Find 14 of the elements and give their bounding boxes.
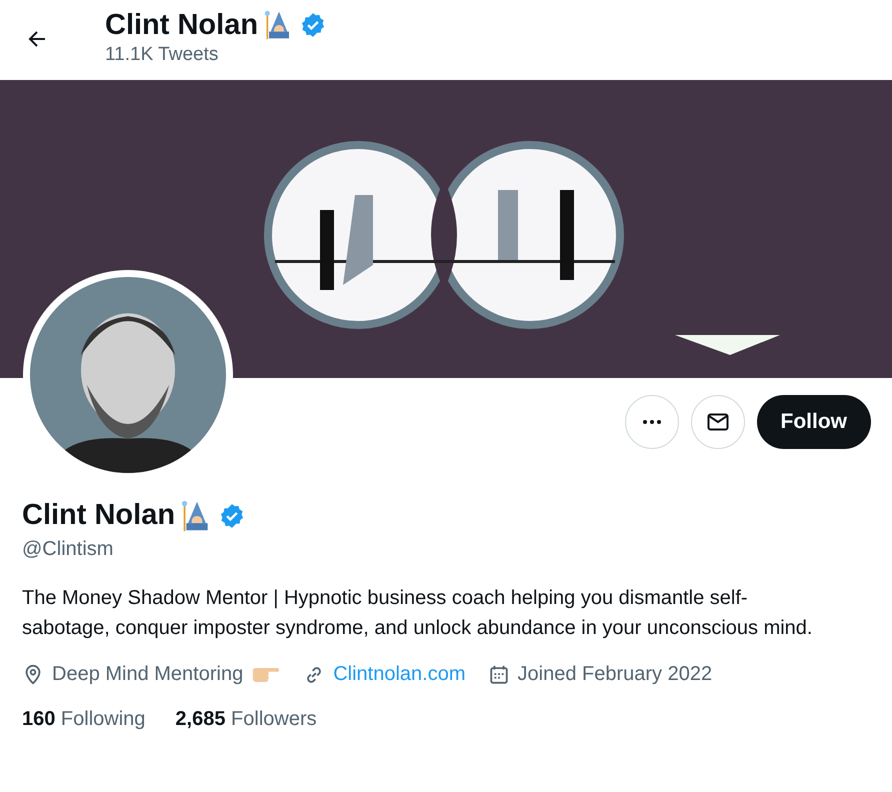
stat-link[interactable]: 2,685 Followers — [175, 708, 317, 731]
join-date: Joined February 2022 — [518, 663, 712, 686]
tweet-count: 11.1K Tweets — [105, 44, 220, 66]
stat-link[interactable]: 160 Following — [22, 708, 146, 731]
message-button[interactable] — [690, 395, 744, 449]
pointing-hand-icon — [251, 665, 282, 684]
profile-name: Clint Nolan — [22, 499, 176, 532]
location-text: Deep Mind Mentoring — [52, 663, 244, 686]
profile-name: Clint Nolan — [105, 8, 258, 43]
user-handle: @Clintism — [22, 538, 114, 561]
follow-button[interactable]: Follow — [756, 395, 871, 449]
calendar-icon — [488, 664, 510, 686]
bio-text: The Money Shadow Mentor | Hypnotic business coach helping you dismantle self-sabotage, conquer imposter syndrome, and unlock abundance in your unconscious mind. — [22, 586, 814, 641]
more-icon — [642, 420, 660, 424]
